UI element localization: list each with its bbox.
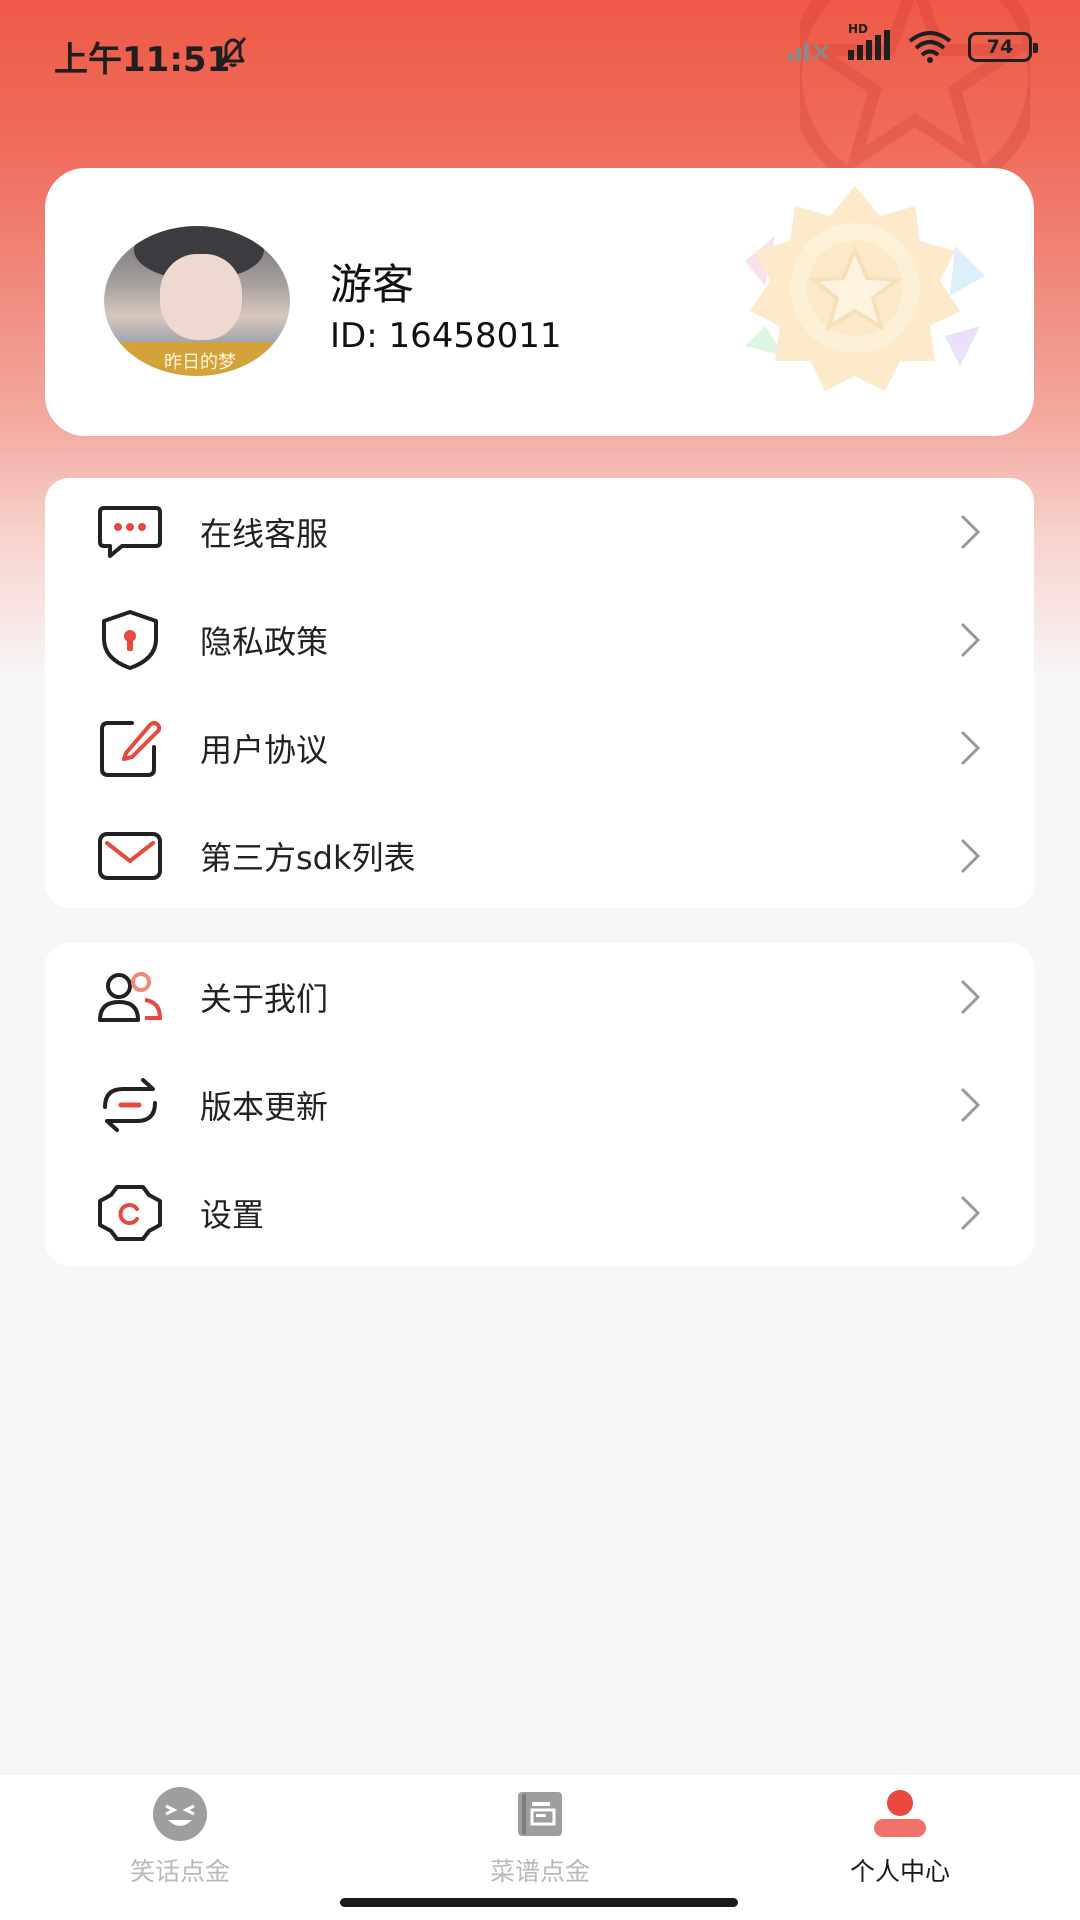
user-id: ID: 16458011: [330, 316, 562, 356]
signal-hd: HD: [848, 22, 892, 64]
menu-item-about-us[interactable]: 关于我们: [45, 943, 1034, 1051]
tab-label: 笑话点金: [129, 1857, 230, 1886]
menu-label: 第三方sdk列表: [200, 839, 416, 877]
menu-card-2: 关于我们 版本更新 设置: [45, 943, 1034, 1266]
tab-label: 个人中心: [849, 1857, 950, 1886]
medal-icon: [745, 186, 985, 391]
battery-icon: 74: [968, 32, 1038, 62]
menu-card-1: 在线客服 隐私政策 用户协议 第三方sdk列表: [45, 478, 1034, 908]
status-time: 上午11:51: [54, 40, 231, 80]
tab-profile[interactable]: 个人中心: [720, 1774, 1080, 1920]
menu-item-version-update[interactable]: 版本更新: [45, 1051, 1034, 1159]
signal-no-sim-icon: [788, 43, 830, 61]
users-icon: [97, 964, 163, 1030]
menu-label: 关于我们: [200, 980, 329, 1018]
menu-item-privacy-policy[interactable]: 隐私政策: [45, 586, 1034, 694]
bell-off-icon: [219, 37, 247, 67]
chevron-right-icon: [960, 514, 981, 550]
shield-icon: [97, 607, 163, 673]
chevron-right-icon: [960, 979, 981, 1015]
laugh-face-icon: [150, 1784, 210, 1844]
battery-level: 74: [986, 36, 1014, 58]
avatar-caption: 昨日的梦: [104, 342, 290, 376]
home-indicator[interactable]: [340, 1898, 738, 1907]
menu-item-user-agreement[interactable]: 用户协议: [45, 694, 1034, 802]
network-badge: HD: [848, 22, 869, 36]
chevron-right-icon: [960, 730, 981, 766]
profile-card[interactable]: 昨日的梦 游客 ID: 16458011: [45, 168, 1034, 436]
edit-icon: [97, 715, 163, 781]
avatar[interactable]: 昨日的梦: [104, 226, 290, 376]
menu-label: 用户协议: [200, 731, 329, 769]
recipe-book-icon: [510, 1784, 570, 1844]
chevron-right-icon: [960, 1087, 981, 1123]
menu-label: 隐私政策: [200, 623, 329, 661]
menu-label: 版本更新: [200, 1088, 329, 1126]
menu-label: 在线客服: [200, 515, 329, 553]
chevron-right-icon: [960, 622, 981, 658]
menu-item-settings[interactable]: 设置: [45, 1159, 1034, 1267]
chevron-right-icon: [960, 838, 981, 874]
mail-icon: [97, 823, 163, 889]
person-icon: [870, 1784, 930, 1844]
menu-item-customer-service[interactable]: 在线客服: [45, 478, 1034, 586]
chevron-right-icon: [960, 1195, 981, 1231]
wifi-icon: [908, 31, 952, 63]
status-bar: 上午11:51 HD 74: [0, 0, 1080, 104]
avatar-face: [160, 254, 242, 340]
user-name: 游客: [330, 260, 415, 309]
chat-bubble-icon: [97, 499, 163, 565]
menu-item-third-party-sdk[interactable]: 第三方sdk列表: [45, 802, 1034, 910]
gear-icon: [97, 1180, 163, 1246]
refresh-icon: [97, 1072, 163, 1138]
tab-jokes[interactable]: 笑话点金: [0, 1774, 360, 1920]
menu-label: 设置: [200, 1196, 265, 1234]
tab-label: 菜谱点金: [489, 1857, 590, 1886]
